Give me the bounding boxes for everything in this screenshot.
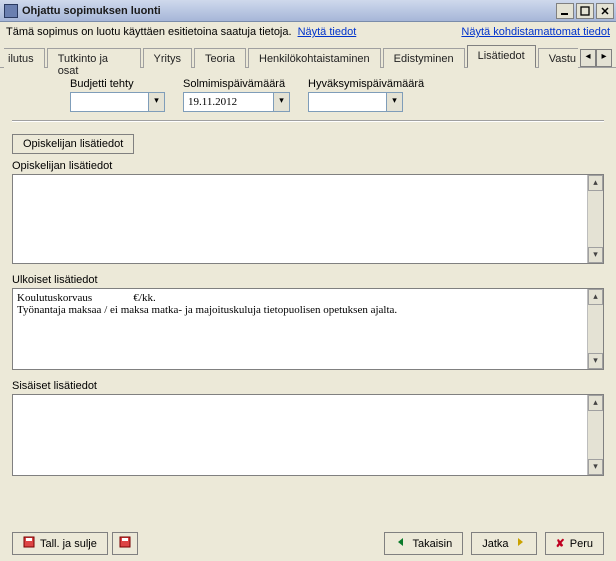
label-sisaiset: Sisäiset lisätiedot <box>12 380 604 392</box>
cancel-label: Peru <box>570 538 593 550</box>
tab-scroll: ◂ ▸ <box>580 49 612 67</box>
link-show-details[interactable]: Näytä tiedot <box>298 26 357 38</box>
link-show-unassigned[interactable]: Näytä kohdistamattomat tiedot <box>461 26 610 38</box>
input-solmimis[interactable] <box>183 92 273 112</box>
back-button[interactable]: Takaisin <box>384 532 463 555</box>
tab-edistyminen[interactable]: Edistyminen <box>383 48 465 68</box>
input-budjetti[interactable] <box>70 92 148 112</box>
tab-vastuu[interactable]: Vastu <box>538 48 578 68</box>
textarea-opiskelija[interactable] <box>13 175 587 263</box>
label-opiskelija: Opiskelijan lisätiedot <box>12 160 604 172</box>
app-icon <box>4 4 18 18</box>
back-label: Takaisin <box>412 538 452 550</box>
label-hyvaksymis: Hyväksymispäivämäärä <box>308 78 424 90</box>
scrollbar-ulkoiset[interactable]: ▴ ▾ <box>587 289 603 369</box>
next-button[interactable]: Jatka <box>471 532 536 555</box>
label-solmimis: Solmimispäivämäärä <box>183 78 290 90</box>
tab-scroll-left[interactable]: ◂ <box>580 49 596 67</box>
textarea-sisaiset[interactable] <box>13 395 587 475</box>
maximize-button[interactable] <box>576 3 594 19</box>
scroll-up-icon[interactable]: ▴ <box>588 395 603 411</box>
dropdown-budjetti[interactable]: ▾ <box>148 92 165 112</box>
arrow-right-icon <box>514 536 526 551</box>
label-ulkoiset: Ulkoiset lisätiedot <box>12 274 604 286</box>
dropdown-hyvaksymis[interactable]: ▾ <box>386 92 403 112</box>
label-budjetti: Budjetti tehty <box>70 78 165 90</box>
scrollbar-opiskelija[interactable]: ▴ ▾ <box>587 175 603 263</box>
tab-content: Budjetti tehty ▾ Solmimispäivämäärä ▾ Hy… <box>0 68 616 476</box>
cancel-x-icon: ✘ <box>556 537 565 550</box>
save-icon <box>23 536 35 551</box>
section-opiskelija: Opiskelijan lisätiedot ▴ ▾ <box>12 160 604 264</box>
tab-teoria[interactable]: Teoria <box>194 48 246 68</box>
scroll-up-icon[interactable]: ▴ <box>588 289 603 305</box>
infobar: Tämä sopimus on luotu käyttäen esitietoi… <box>0 22 616 44</box>
tab-lisatiedot[interactable]: Lisätiedot <box>467 45 536 67</box>
scrollbar-sisaiset[interactable]: ▴ ▾ <box>587 395 603 475</box>
tab-tutkinto-ja-osat[interactable]: Tutkinto ja osat <box>47 48 141 68</box>
save-close-button[interactable]: Tall. ja sulje <box>12 532 108 555</box>
subtab-opiskelijan-lisatiedot[interactable]: Opiskelijan lisätiedot <box>12 134 134 154</box>
scroll-down-icon[interactable]: ▾ <box>588 459 603 475</box>
cancel-button[interactable]: ✘ Peru <box>545 532 604 555</box>
arrow-left-icon <box>395 536 407 551</box>
input-hyvaksymis[interactable] <box>308 92 386 112</box>
section-ulkoiset: Ulkoiset lisätiedot ▴ ▾ <box>12 274 604 370</box>
scroll-up-icon[interactable]: ▴ <box>588 175 603 191</box>
titlebar: Ohjattu sopimuksen luonti <box>0 0 616 22</box>
scroll-down-icon[interactable]: ▾ <box>588 247 603 263</box>
minimize-button[interactable] <box>556 3 574 19</box>
field-solmimis: Solmimispäivämäärä ▾ <box>183 78 290 112</box>
save-icon <box>119 536 131 551</box>
tab-scroll-right[interactable]: ▸ <box>596 49 612 67</box>
field-budjetti: Budjetti tehty ▾ <box>70 78 165 112</box>
scroll-down-icon[interactable]: ▾ <box>588 353 603 369</box>
dropdown-solmimis[interactable]: ▾ <box>273 92 290 112</box>
window-title: Ohjattu sopimuksen luonti <box>22 5 556 17</box>
tab-henkilokohtaistaminen[interactable]: Henkilökohtaistaminen <box>248 48 381 68</box>
tab-koulutus[interactable]: ilutus <box>4 48 45 68</box>
save-button[interactable] <box>112 532 138 555</box>
footer: Tall. ja sulje Takaisin Jatka ✘ Peru <box>0 532 616 555</box>
close-button[interactable] <box>596 3 614 19</box>
separator <box>12 120 604 122</box>
field-hyvaksymis: Hyväksymispäivämäärä ▾ <box>308 78 424 112</box>
save-close-label: Tall. ja sulje <box>40 538 97 550</box>
next-label: Jatka <box>482 538 508 550</box>
infobar-text: Tämä sopimus on luotu käyttäen esitietoi… <box>6 26 292 38</box>
tabstrip: ilutus Tutkinto ja osat Yritys Teoria He… <box>0 44 616 68</box>
tab-yritys[interactable]: Yritys <box>143 48 193 68</box>
textarea-ulkoiset[interactable] <box>13 289 587 369</box>
section-sisaiset: Sisäiset lisätiedot ▴ ▾ <box>12 380 604 476</box>
